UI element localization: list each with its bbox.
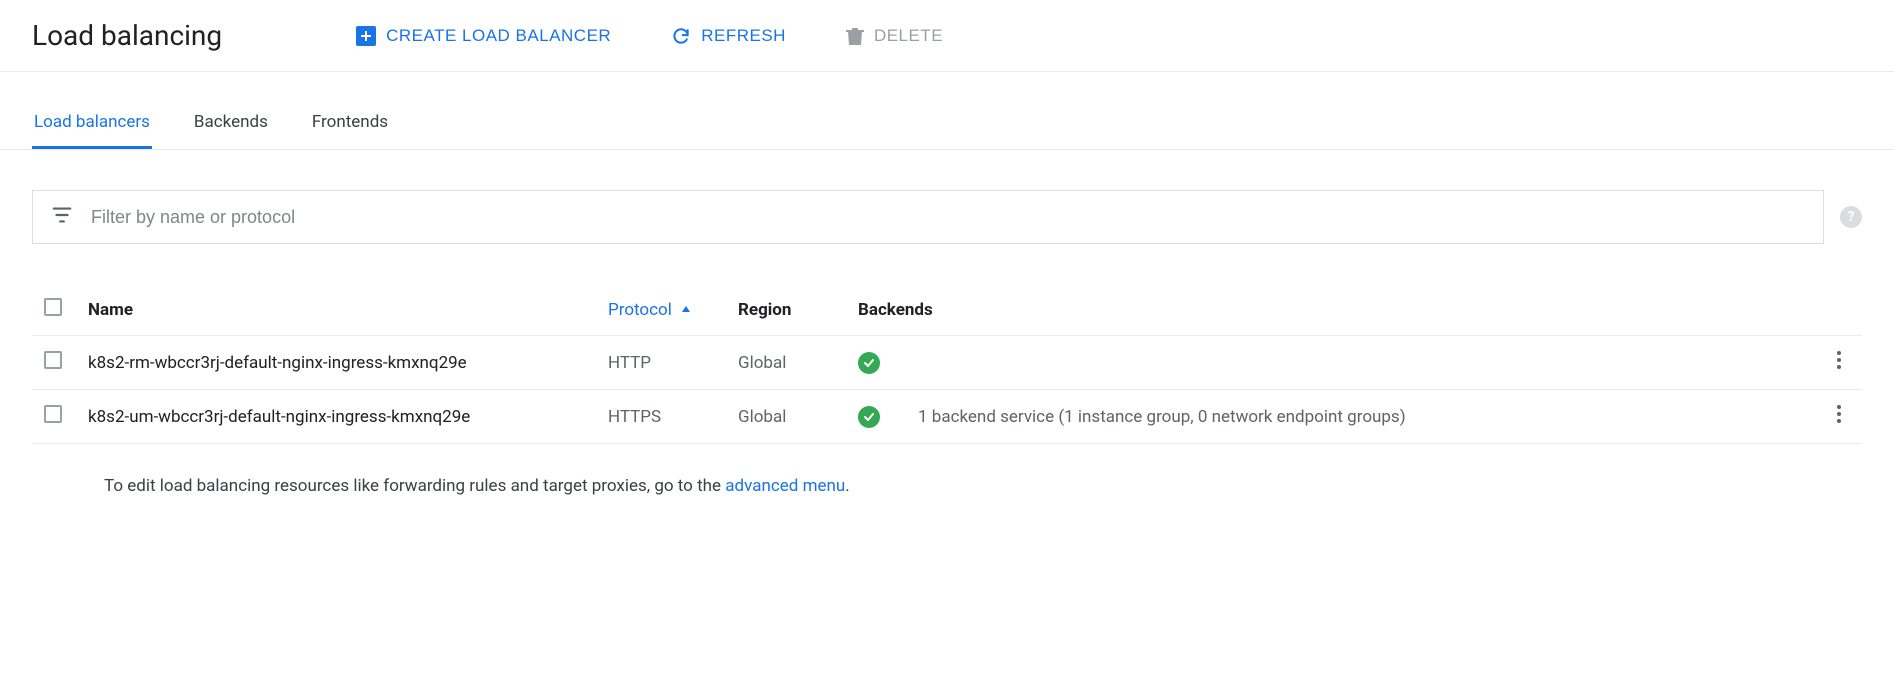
- create-load-balancer-button[interactable]: CREATE LOAD BALANCER: [350, 22, 617, 50]
- page-title: Load balancing: [32, 19, 222, 52]
- tab-backends[interactable]: Backends: [192, 112, 270, 149]
- cell-name: k8s2-rm-wbccr3rj-default-nginx-ingress-k…: [76, 336, 596, 390]
- filter-input[interactable]: [91, 207, 1805, 228]
- filter-box[interactable]: [32, 190, 1824, 244]
- refresh-icon: [671, 26, 691, 46]
- sort-asc-icon: [676, 300, 692, 320]
- column-header-backends[interactable]: Backends: [846, 284, 1816, 336]
- footnote-suffix: .: [845, 476, 849, 496]
- filter-row: ?: [0, 150, 1894, 254]
- cell-region: Global: [726, 390, 846, 444]
- cell-protocol: HTTP: [596, 336, 726, 390]
- footnote-text: To edit load balancing resources like fo…: [104, 476, 725, 496]
- refresh-button[interactable]: REFRESH: [665, 22, 792, 50]
- table-row[interactable]: k8s2-um-wbccr3rj-default-nginx-ingress-k…: [32, 390, 1862, 444]
- trash-icon: [846, 26, 864, 46]
- delete-label: DELETE: [874, 26, 943, 46]
- tabs: Load balancers Backends Frontends: [0, 102, 1894, 150]
- cell-region: Global: [726, 336, 846, 390]
- filter-icon: [51, 204, 73, 230]
- plus-box-icon: [356, 26, 376, 46]
- table-row[interactable]: k8s2-rm-wbccr3rj-default-nginx-ingress-k…: [32, 336, 1862, 390]
- table-header-row: Name Protocol Region Backends: [32, 284, 1862, 336]
- footnote: To edit load balancing resources like fo…: [32, 444, 932, 500]
- column-header-protocol[interactable]: Protocol: [596, 284, 726, 336]
- delete-button: DELETE: [840, 22, 949, 50]
- load-balancers-table: Name Protocol Region Backends k8s2-rm-wb…: [0, 254, 1894, 500]
- cell-name: k8s2-um-wbccr3rj-default-nginx-ingress-k…: [76, 390, 596, 444]
- tab-load-balancers[interactable]: Load balancers: [32, 112, 152, 149]
- column-header-protocol-label: Protocol: [608, 300, 672, 320]
- row-checkbox[interactable]: [44, 405, 62, 423]
- tab-frontends[interactable]: Frontends: [310, 112, 390, 149]
- cell-backends-text: 1 backend service (1 instance group, 0 n…: [918, 407, 1406, 427]
- help-icon[interactable]: ?: [1840, 206, 1862, 228]
- column-header-region[interactable]: Region: [726, 284, 846, 336]
- row-menu-button[interactable]: [1836, 409, 1842, 429]
- row-checkbox[interactable]: [44, 351, 62, 369]
- advanced-menu-link[interactable]: advanced menu: [725, 476, 845, 496]
- refresh-label: REFRESH: [701, 26, 786, 46]
- status-ok-icon: [858, 406, 880, 428]
- create-load-balancer-label: CREATE LOAD BALANCER: [386, 26, 611, 46]
- status-ok-icon: [858, 352, 880, 374]
- select-all-checkbox[interactable]: [44, 298, 62, 316]
- page-header: Load balancing CREATE LOAD BALANCER REFR…: [0, 0, 1894, 72]
- row-menu-button[interactable]: [1836, 355, 1842, 375]
- cell-protocol: HTTPS: [596, 390, 726, 444]
- column-header-name[interactable]: Name: [76, 284, 596, 336]
